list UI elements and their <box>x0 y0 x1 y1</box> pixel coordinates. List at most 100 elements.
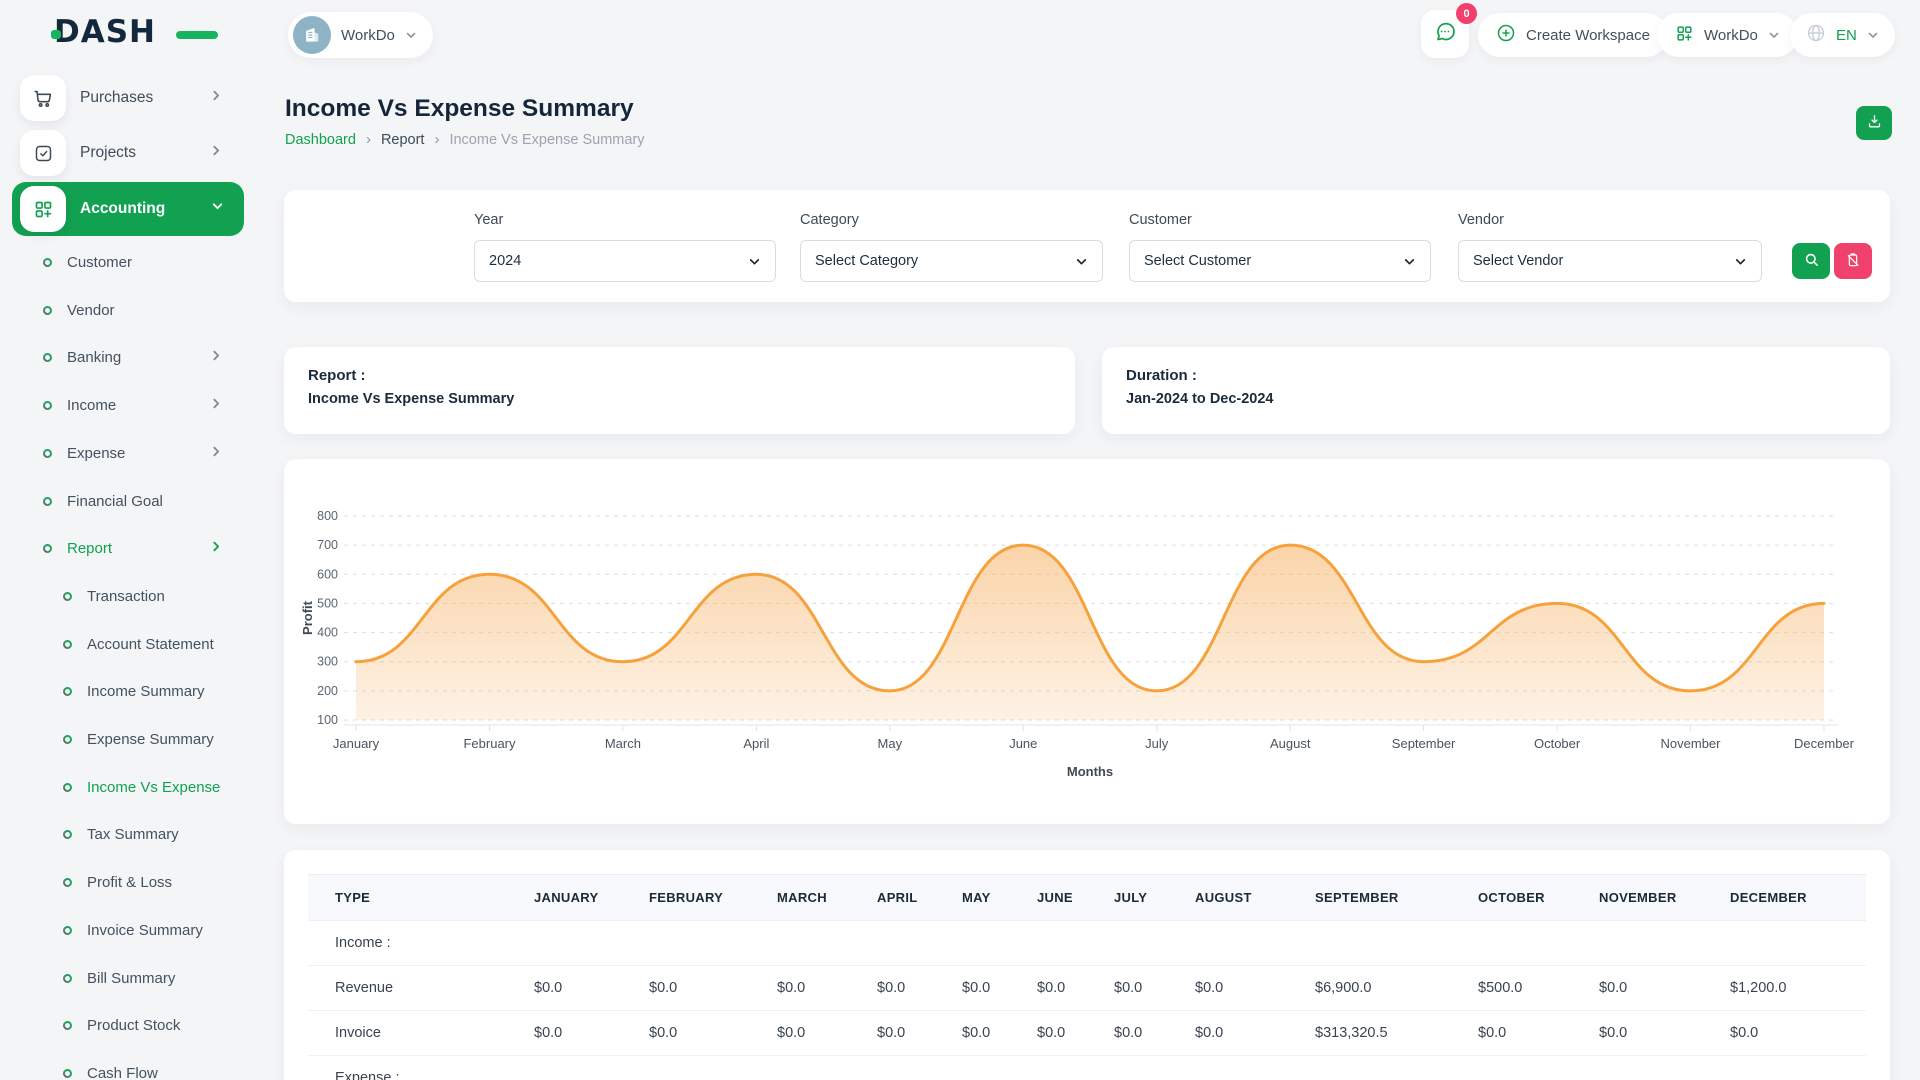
cell-value: $0.0 <box>649 1011 777 1056</box>
svg-text:600: 600 <box>317 567 338 581</box>
year-select[interactable]: 2024 <box>474 240 776 282</box>
cell-value: $1,200.0 <box>1730 966 1866 1011</box>
breadcrumb-current: Income Vs Expense Summary <box>449 132 644 148</box>
sidebar-item-financial-goal[interactable]: Financial Goal <box>0 481 253 521</box>
sidebar-item-accounting[interactable]: Accounting <box>12 182 244 236</box>
sidebar-item-banking[interactable]: Banking <box>0 337 253 377</box>
workdo-menu-label: WorkDo <box>1704 27 1758 44</box>
svg-text:July: July <box>1145 736 1169 751</box>
donut-circle-icon <box>61 733 74 746</box>
globe-icon <box>1806 23 1826 47</box>
row-label: Expense : <box>308 1056 1866 1080</box>
sidebar-item-purchases[interactable]: Purchases <box>0 74 253 122</box>
category-select[interactable]: Select Category <box>800 240 1103 282</box>
sidebar-item-product-stock[interactable]: Product Stock <box>0 1005 253 1045</box>
donut-circle-icon <box>41 542 54 555</box>
messages-button[interactable]: 0 <box>1421 10 1469 58</box>
svg-text:November: November <box>1661 736 1722 751</box>
cell-value: $0.0 <box>534 1011 649 1056</box>
svg-text:100: 100 <box>317 713 338 727</box>
sidebar-item-invoice-summary[interactable]: Invoice Summary <box>0 910 253 950</box>
column-header-december: DECEMBER <box>1730 875 1866 921</box>
sidebar-item-income-summary[interactable]: Income Summary <box>0 671 253 711</box>
donut-circle-icon <box>61 828 74 841</box>
breadcrumb-report[interactable]: Report <box>381 132 425 148</box>
sidebar-item-income[interactable]: Income <box>0 385 253 425</box>
cell-value: $313,320.5 <box>1315 1011 1478 1056</box>
breadcrumb-dashboard[interactable]: Dashboard <box>285 132 356 148</box>
sidebar-item-label: Vendor <box>67 302 253 319</box>
column-header-november: NOVEMBER <box>1599 875 1730 921</box>
workdo-menu-button[interactable]: WorkDo <box>1657 13 1798 57</box>
svg-text:200: 200 <box>317 684 338 698</box>
table-row-revenue: Revenue$0.0$0.0$0.0$0.0$0.0$0.0$0.0$0.0$… <box>308 966 1866 1011</box>
chevron-right-icon <box>210 144 223 162</box>
table-section-row-expense: Expense : <box>308 1056 1866 1080</box>
svg-text:May: May <box>878 736 903 751</box>
column-header-january: JANUARY <box>534 875 649 921</box>
sidebar-item-account-statement[interactable]: Account Statement <box>0 624 253 664</box>
cell-value: $0.0 <box>649 966 777 1011</box>
donut-circle-icon <box>61 781 74 794</box>
category-filter-label: Category <box>800 212 859 228</box>
create-workspace-button[interactable]: Create Workspace <box>1478 13 1668 57</box>
sidebar-item-bill-summary[interactable]: Bill Summary <box>0 958 253 998</box>
app-logo[interactable]: DASH <box>54 14 204 54</box>
search-icon <box>1803 251 1820 271</box>
sidebar-item-cash-flow[interactable]: Cash Flow <box>0 1053 253 1080</box>
year-select-value: 2024 <box>489 253 521 269</box>
cell-value: $0.0 <box>1730 1011 1866 1056</box>
chevron-right-icon <box>210 89 223 107</box>
row-label: Revenue <box>308 966 534 1011</box>
sidebar-item-transaction[interactable]: Transaction <box>0 576 253 616</box>
donut-circle-icon <box>61 972 74 985</box>
language-selector[interactable]: EN <box>1790 13 1895 57</box>
donut-circle-icon <box>41 304 54 317</box>
svg-text:February: February <box>463 736 516 751</box>
svg-text:June: June <box>1009 736 1037 751</box>
sidebar-item-tax-summary[interactable]: Tax Summary <box>0 814 253 854</box>
cell-value: $0.0 <box>962 1011 1037 1056</box>
svg-text:Profit: Profit <box>300 600 315 635</box>
sidebar-item-projects[interactable]: Projects <box>0 129 253 177</box>
customer-select[interactable]: Select Customer <box>1129 240 1431 282</box>
apply-filter-button[interactable] <box>1792 243 1830 279</box>
cell-value: $0.0 <box>962 966 1037 1011</box>
chart-card: 100200300400500600700800 JanuaryFebruary… <box>284 459 1890 824</box>
sidebar-item-expense-summary[interactable]: Expense Summary <box>0 719 253 759</box>
vendor-filter-label: Vendor <box>1458 212 1504 228</box>
sidebar-item-vendor[interactable]: Vendor <box>0 290 253 330</box>
cell-value: $0.0 <box>1599 966 1730 1011</box>
sidebar-item-label: Account Statement <box>87 636 253 653</box>
sidebar-item-label: Income Vs Expense <box>87 779 253 796</box>
duration-info-card: Duration : Jan-2024 to Dec-2024 <box>1102 347 1890 434</box>
svg-text:August: August <box>1270 736 1311 751</box>
download-button[interactable] <box>1856 106 1892 140</box>
sidebar-item-profit-loss[interactable]: Profit & Loss <box>0 862 253 902</box>
column-header-april: APRIL <box>877 875 962 921</box>
sidebar-item-customer[interactable]: Customer <box>0 242 253 282</box>
workspace-selector[interactable]: WorkDo <box>288 12 433 58</box>
chevron-down-icon <box>1734 255 1747 268</box>
column-header-june: JUNE <box>1037 875 1114 921</box>
income-expense-table: TYPEJANUARYFEBRUARYMARCHAPRILMAYJUNEJULY… <box>308 874 1866 1080</box>
messages-count-badge: 0 <box>1456 3 1477 24</box>
cell-value: $0.0 <box>1195 966 1315 1011</box>
chevron-down-icon <box>1075 255 1088 268</box>
sidebar-item-expense[interactable]: Expense <box>0 433 253 473</box>
svg-text:400: 400 <box>317 626 338 640</box>
cell-value: $0.0 <box>877 966 962 1011</box>
vendor-select[interactable]: Select Vendor <box>1458 240 1762 282</box>
sidebar-item-label: Purchases <box>80 89 210 107</box>
report-label: Report : <box>308 367 1051 384</box>
column-header-february: FEBRUARY <box>649 875 777 921</box>
svg-text:January: January <box>333 736 380 751</box>
reset-filter-button[interactable] <box>1834 243 1872 279</box>
cell-value: $0.0 <box>1037 966 1114 1011</box>
sidebar-item-report[interactable]: Report <box>0 528 253 568</box>
donut-circle-icon <box>61 876 74 889</box>
table-card: TYPEJANUARYFEBRUARYMARCHAPRILMAYJUNEJULY… <box>284 850 1890 1080</box>
donut-circle-icon <box>41 256 54 269</box>
sidebar-item-income-vs-expense[interactable]: Income Vs Expense <box>0 767 253 807</box>
sidebar-item-label: Expense <box>67 445 210 462</box>
